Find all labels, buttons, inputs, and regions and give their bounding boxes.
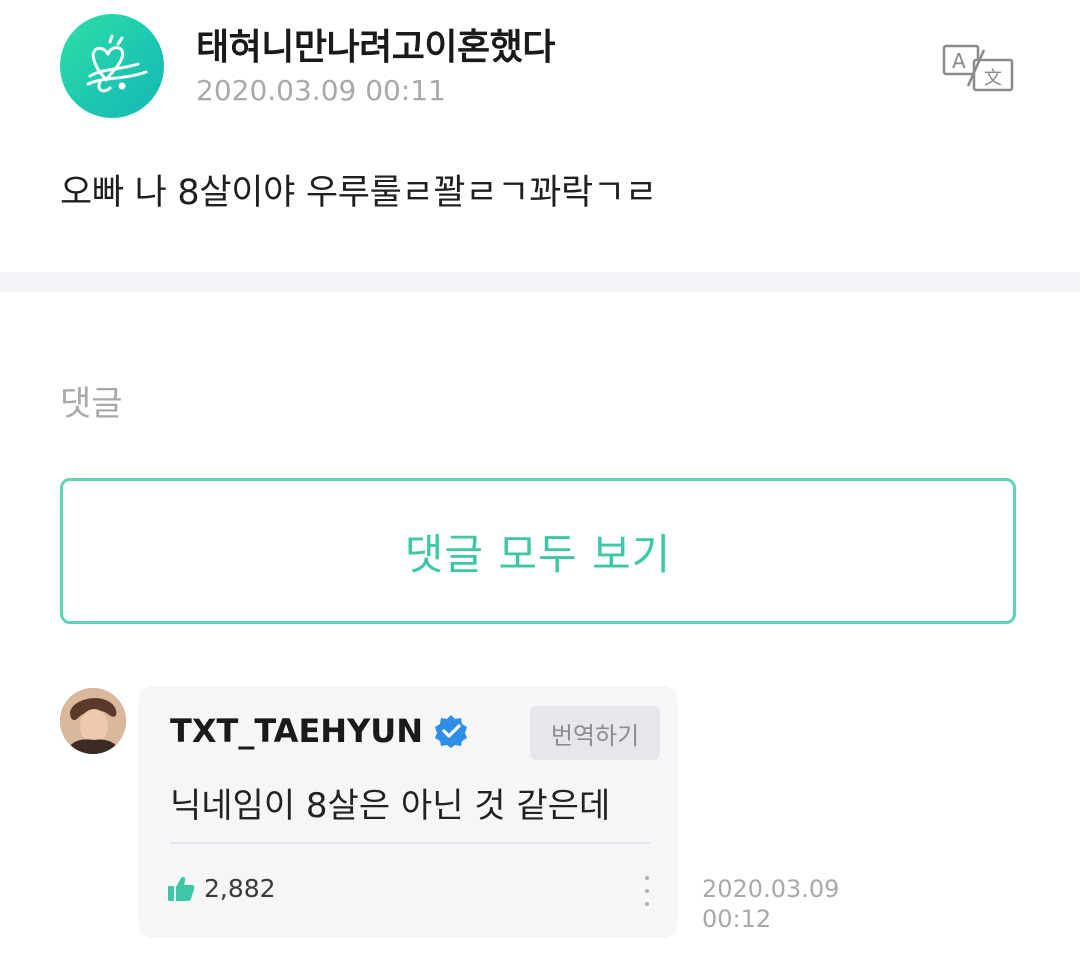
svg-text:文: 文 <box>984 68 1002 89</box>
post-author-name[interactable]: 태혀니만나려고이혼했다 <box>196 18 555 70</box>
author-avatar[interactable] <box>60 14 164 118</box>
fan-logo-icon <box>86 34 148 93</box>
post-body-text: 오빠 나 8살이야 우루룰ㄹ꽐ㄹㄱ꽈락ㄱㄹ <box>60 173 657 213</box>
translate-icon[interactable]: A 文 <box>938 40 1018 96</box>
comment-timestamp: 2020.03.09 00:12 <box>702 874 839 934</box>
comment-divider <box>170 842 650 844</box>
view-all-comments-button[interactable]: 댓글 모두 보기 <box>60 478 1016 624</box>
commenter-avatar[interactable] <box>60 688 126 754</box>
comment-date: 2020.03.09 <box>702 875 840 903</box>
section-divider <box>0 272 1080 292</box>
translate-comment-button[interactable]: 번역하기 <box>530 706 660 760</box>
comment-author-name[interactable]: TXT_TAEHYUN <box>170 712 423 750</box>
post-timestamp: 2020.03.09 00:11 <box>196 74 446 107</box>
artist-comment: TXT_TAEHYUN 번역하기 닉네임이 8살은 아닌 것 같은데 2,882 <box>138 686 678 938</box>
like-count: 2,882 <box>204 874 276 903</box>
comment-author[interactable]: TXT_TAEHYUN <box>170 712 469 750</box>
comments-heading: 댓글 <box>60 384 123 424</box>
verified-badge-icon <box>435 715 468 748</box>
svg-text:A: A <box>952 49 966 73</box>
post-detail-page: 태혀니만나려고이혼했다 2020.03.09 00:11 A 文 오빠 나 8살… <box>0 0 1080 957</box>
more-vertical-icon[interactable] <box>638 876 656 906</box>
comment-time: 00:12 <box>702 905 772 933</box>
comment-text: 닉네임이 8살은 아닌 것 같은데 <box>170 786 611 826</box>
thumbs-up-icon[interactable] <box>166 874 196 904</box>
